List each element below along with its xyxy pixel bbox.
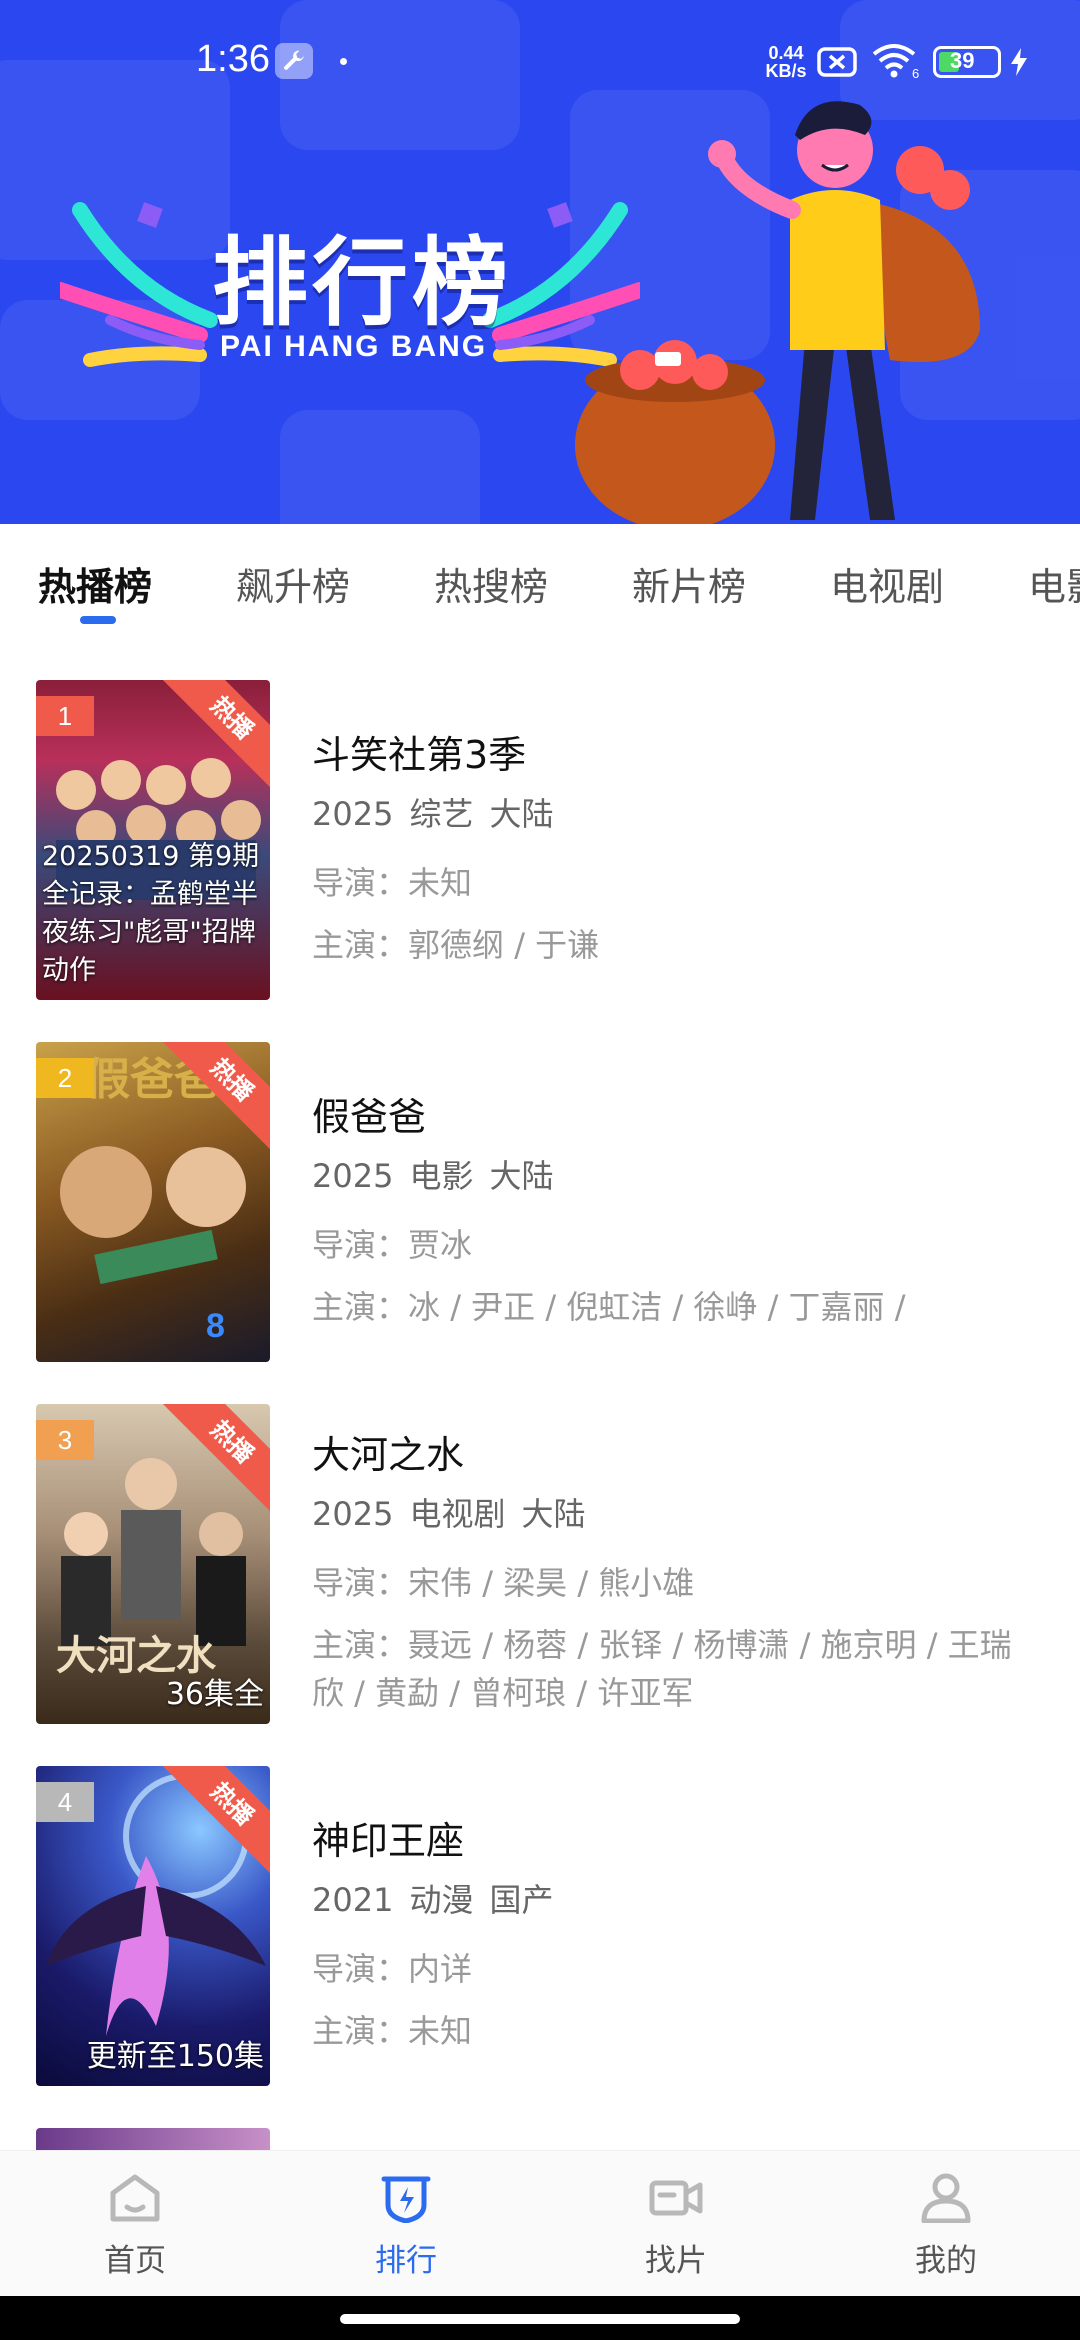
nav-mine[interactable]: 我的	[876, 2171, 1016, 2280]
item-region: 大陆	[489, 1157, 554, 1195]
item-cast: 主演：冰 / 尹正 / 倪虹洁 / 徐峥 / 丁嘉丽 /	[312, 1288, 906, 1326]
ranking-banner: 1:36 0.44 KB/s 6 39 排行榜 PAI HANG BANG	[0, 0, 1080, 524]
list-item[interactable]: 4 热播 更新至150集 神印王座 2021 动漫 国产 导演：内详 主演：未知	[0, 1766, 1080, 2086]
no-sim-icon	[817, 47, 857, 77]
list-item[interactable]: 1 热播 20250319 第9期全记录：孟鹤堂半夜练习"彪哥"招牌动作 斗笑社…	[0, 680, 1080, 1000]
poster-image: 大河之水 3 热播 36集全	[36, 1404, 270, 1724]
list-item-partial[interactable]	[36, 2128, 270, 2150]
poster-caption: 更新至150集	[86, 2039, 264, 2074]
item-region: 国产	[489, 1881, 554, 1919]
svg-text:8: 8	[206, 1307, 225, 1345]
svg-text:大河之水: 大河之水	[56, 1632, 217, 1679]
item-meta: 2025 电视剧 大陆	[312, 1489, 1032, 1535]
tab-new-releases[interactable]: 新片榜	[632, 556, 746, 611]
item-meta: 2021 动漫 国产	[312, 1875, 1032, 1921]
nav-label: 首页	[104, 2243, 166, 2279]
item-cast: 主演：聂远 / 杨蓉 / 张铎 / 杨博潇 / 施京明 / 王瑞欣 / 黄勐 /…	[312, 1626, 1012, 1712]
poster-caption: 36集全	[165, 1677, 264, 1712]
nav-label: 找片	[645, 2243, 707, 2279]
item-title: 大河之水	[312, 1433, 465, 1477]
ranking-icon	[381, 2176, 431, 2224]
character-illustration	[575, 101, 980, 524]
item-region: 大陆	[489, 795, 554, 833]
wifi-icon: 6	[872, 44, 919, 80]
tab-hot-play[interactable]: 热播榜	[38, 556, 152, 611]
rank-badge: 3	[36, 1420, 94, 1460]
ranking-tabs: 热播榜 飙升榜 热搜榜 新片榜 电视剧 电影	[0, 524, 1080, 644]
rank-badge: 4	[36, 1782, 94, 1822]
item-cast: 主演：郭德纲 / 于谦	[312, 926, 600, 964]
nav-home[interactable]: 首页	[65, 2171, 205, 2280]
list-item[interactable]: 大河之水 3 热播 36集全 大河之水 2025 电视剧 大陆 导演：宋伟 / 梁昊…	[0, 1404, 1080, 1724]
item-title: 假爸爸	[312, 1095, 427, 1139]
item-year: 2025	[312, 795, 394, 833]
item-year: 2021	[312, 1881, 394, 1919]
item-region: 大陆	[521, 1495, 586, 1533]
poster-image: 假爸爸 8 2 热播	[36, 1042, 270, 1362]
home-gesture-bar[interactable]	[340, 2314, 740, 2324]
item-meta: 2025 电影 大陆	[312, 1151, 1032, 1197]
item-cast: 主演：未知	[312, 2012, 473, 2050]
tab-hot-search[interactable]: 热搜榜	[434, 556, 548, 611]
item-director: 导演：内详	[312, 1950, 473, 1988]
network-speed: 0.44 KB/s	[765, 43, 807, 81]
item-genre: 电视剧	[409, 1495, 506, 1533]
list-item[interactable]: 假爸爸 8 2 热播 假爸爸 2025 电影 大陆 导演：贾冰 主演：冰 / 尹正 …	[0, 1042, 1080, 1362]
item-title: 神印王座	[312, 1819, 465, 1863]
item-year: 2025	[312, 1157, 394, 1195]
nav-label: 排行	[375, 2243, 437, 2279]
rank-badge: 1	[36, 696, 94, 736]
item-director: 导演：未知	[312, 864, 473, 902]
item-director: 导演：宋伟 / 梁昊 / 熊小雄	[312, 1564, 695, 1602]
tab-active-indicator	[80, 616, 116, 624]
poster-caption: 20250319 第9期全记录：孟鹤堂半夜练习"彪哥"招牌动作	[42, 841, 260, 986]
item-director: 导演：贾冰	[312, 1226, 473, 1264]
battery-icon: 39	[933, 46, 1001, 78]
bottom-navigation: 首页 排行 找片 我的	[0, 2150, 1080, 2296]
status-time: 1:36	[196, 38, 270, 80]
tab-rising[interactable]: 飙升榜	[236, 556, 350, 611]
item-title: 斗笑社第3季	[312, 733, 527, 777]
nav-ranking[interactable]: 排行	[336, 2171, 476, 2280]
charging-icon	[1011, 48, 1027, 76]
user-icon	[921, 2173, 971, 2224]
poster-image: 4 热播 更新至150集	[36, 1766, 270, 2086]
gesture-navigation-area	[0, 2296, 1080, 2340]
nav-find[interactable]: 找片	[606, 2171, 746, 2280]
banner-title: 排行榜	[212, 227, 512, 339]
rank-badge: 2	[36, 1058, 94, 1098]
poster-image: 1 热播 20250319 第9期全记录：孟鹤堂半夜练习"彪哥"招牌动作	[36, 680, 270, 1000]
home-icon	[110, 2174, 160, 2222]
item-meta: 2025 综艺 大陆	[312, 789, 1032, 835]
item-year: 2025	[312, 1495, 394, 1533]
tab-tv-series[interactable]: 电视剧	[830, 556, 944, 611]
item-genre: 动漫	[409, 1881, 474, 1919]
svg-text:6: 6	[912, 66, 919, 80]
notification-dot-icon	[340, 58, 347, 65]
tab-movies[interactable]: 电影	[1028, 556, 1080, 611]
banner-subtitle: PAI HANG BANG	[220, 330, 488, 363]
item-genre: 电影	[409, 1157, 474, 1195]
wrench-icon	[275, 43, 313, 79]
video-camera-icon	[649, 2180, 703, 2216]
nav-label: 我的	[915, 2243, 977, 2279]
item-genre: 综艺	[409, 795, 474, 833]
